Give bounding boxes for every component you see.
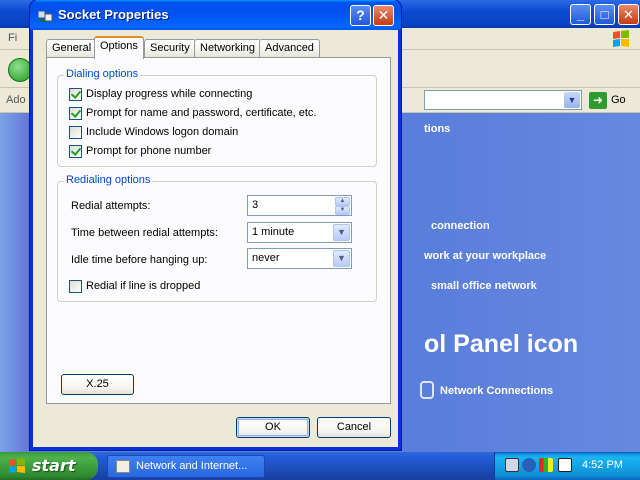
- redial-attempts-spinner[interactable]: 3 ▲ ▼: [247, 195, 352, 216]
- checkbox-label: Prompt for phone number: [86, 145, 212, 157]
- tab-general[interactable]: General: [46, 39, 98, 58]
- taskbar-item-label: Network and Internet...: [136, 460, 248, 472]
- network-connections-icon[interactable]: [420, 381, 434, 399]
- idle-time-value: never: [252, 252, 280, 264]
- ok-button[interactable]: OK: [236, 417, 310, 438]
- time-between-select[interactable]: 1 minute ▼: [247, 222, 352, 243]
- tab-networking[interactable]: Networking: [194, 39, 262, 58]
- taskbar: start Network and Internet... 4:52 PM: [0, 452, 640, 480]
- system-tray: 4:52 PM: [494, 452, 640, 480]
- dialog-title: Socket Properties: [58, 7, 169, 22]
- idle-time-select[interactable]: never ▼: [247, 248, 352, 269]
- spin-up-icon[interactable]: ▲: [335, 197, 350, 206]
- bg-menu-file[interactable]: Fi: [8, 32, 17, 44]
- checkbox-box[interactable]: [69, 280, 82, 293]
- folder-window-icon: [116, 460, 130, 473]
- tab-options[interactable]: Options: [94, 36, 144, 59]
- back-arrow-icon[interactable]: [8, 58, 32, 82]
- checkbox-box[interactable]: [69, 126, 82, 139]
- bg-task-link[interactable]: small office network: [431, 280, 537, 292]
- dialing-options-title: Dialing options: [64, 68, 141, 80]
- go-label: Go: [611, 94, 626, 106]
- checkbox-box[interactable]: [69, 88, 82, 101]
- dialing-options-group: Dialing options Display progress while c…: [57, 68, 377, 167]
- time-between-label: Time between redial attempts:: [71, 227, 218, 239]
- idle-time-label: Idle time before hanging up:: [71, 254, 208, 266]
- x25-button[interactable]: X.25: [61, 374, 134, 395]
- go-button[interactable]: ➜ Go: [587, 91, 637, 110]
- address-label: Ado: [6, 94, 26, 106]
- bg-task-link[interactable]: connection: [431, 220, 490, 232]
- update-tray-icon[interactable]: [522, 458, 536, 472]
- clock: 4:52 PM: [582, 459, 623, 471]
- chevron-down-icon[interactable]: ▼: [333, 224, 350, 241]
- bg-maximize-button[interactable]: □: [594, 4, 615, 25]
- start-label: start: [32, 456, 76, 475]
- spin-down-icon[interactable]: ▼: [335, 206, 350, 215]
- redial-attempts-label: Redial attempts:: [71, 200, 151, 212]
- dialog-titlebar[interactable]: Socket Properties ? ✕: [30, 0, 401, 30]
- options-tab-panel: Dialing options Display progress while c…: [46, 57, 391, 404]
- address-field[interactable]: ▼: [424, 90, 582, 110]
- checkbox-box[interactable]: [69, 145, 82, 158]
- bg-close-button[interactable]: ✕: [618, 4, 639, 25]
- redialing-options-group: Redialing options Redial attempts: 3 ▲ ▼…: [57, 174, 377, 302]
- checkbox-label: Redial if line is dropped: [86, 280, 201, 292]
- bg-task-link[interactable]: work at your workplace: [424, 250, 546, 262]
- network-connection-icon: [37, 10, 53, 22]
- help-button[interactable]: ?: [350, 5, 371, 26]
- network-tray-icon[interactable]: [505, 458, 519, 472]
- cancel-button[interactable]: Cancel: [317, 417, 391, 438]
- redial-attempts-value: 3: [252, 199, 259, 211]
- bg-minimize-button[interactable]: _: [570, 4, 591, 25]
- checkbox-label: Include Windows logon domain: [86, 126, 239, 138]
- taskbar-item-network-internet[interactable]: Network and Internet...: [107, 455, 265, 478]
- bg-section-heading: ol Panel icon: [424, 330, 579, 358]
- color-tray-icon[interactable]: [539, 458, 553, 472]
- redialing-options-title: Redialing options: [64, 174, 153, 186]
- checkbox-box[interactable]: [69, 107, 82, 120]
- tab-security[interactable]: Security: [144, 39, 196, 58]
- go-arrow-icon: ➜: [589, 92, 607, 109]
- start-button[interactable]: start: [0, 452, 98, 480]
- windows-flag-icon: [9, 458, 25, 473]
- chevron-down-icon[interactable]: ▼: [333, 250, 350, 267]
- bg-content-text: tions: [424, 123, 451, 135]
- background-task-pane: [0, 113, 30, 452]
- time-between-value: 1 minute: [252, 226, 295, 238]
- windows-flag-icon: [613, 30, 629, 47]
- close-button[interactable]: ✕: [373, 5, 394, 26]
- tab-advanced[interactable]: Advanced: [259, 39, 320, 58]
- socket-properties-dialog: Socket Properties ? ✕ General Options Se…: [30, 0, 401, 450]
- monitor-tray-icon[interactable]: [558, 458, 572, 472]
- checkbox-label: Prompt for name and password, certificat…: [86, 107, 317, 119]
- bg-network-connections-link[interactable]: Network Connections: [440, 385, 553, 397]
- chevron-down-icon[interactable]: ▼: [564, 92, 580, 108]
- checkbox-label: Display progress while connecting: [86, 88, 253, 100]
